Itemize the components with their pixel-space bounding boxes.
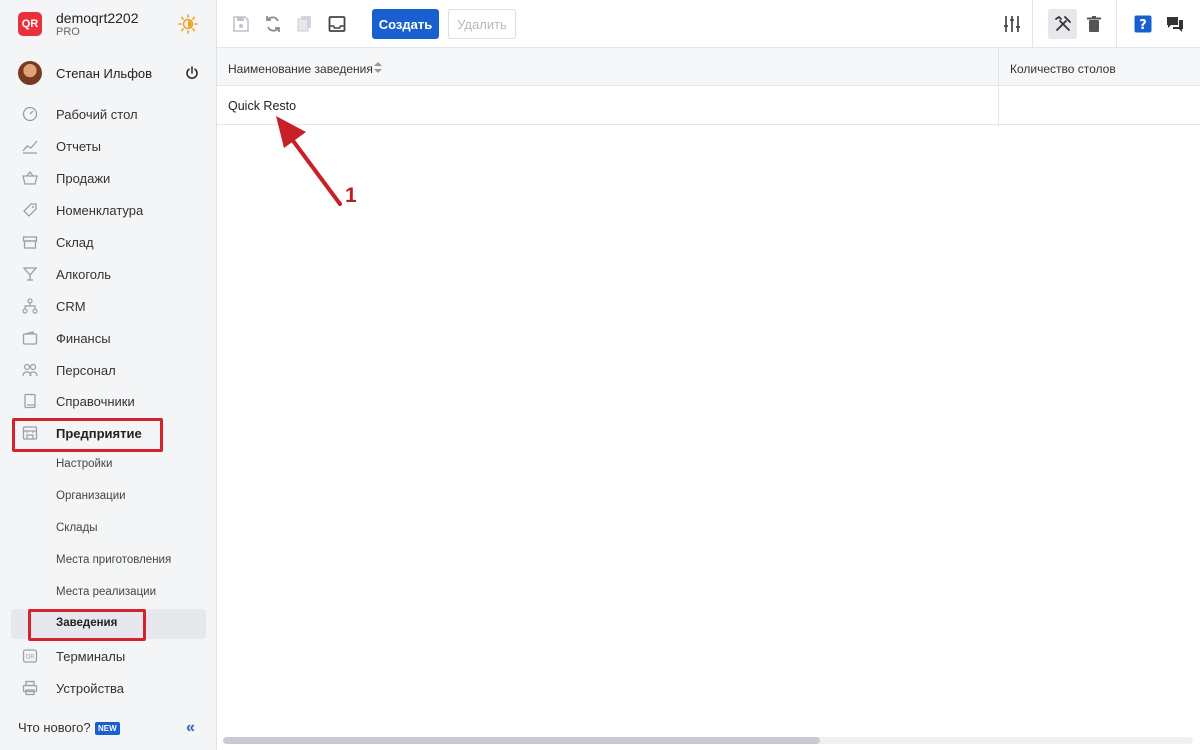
chart-icon xyxy=(22,140,38,154)
highlight-venues xyxy=(28,609,146,641)
wallet-icon xyxy=(22,331,38,345)
sidebar-item-alcohol[interactable]: Алкоголь xyxy=(0,259,216,289)
archive-icon[interactable] xyxy=(327,14,347,34)
people-tree-icon xyxy=(22,298,38,314)
sidebar-item-label: Финансы xyxy=(56,331,111,346)
table-row[interactable]: Quick Resto xyxy=(217,87,1200,125)
book-icon xyxy=(24,393,36,409)
new-badge: NEW xyxy=(95,722,120,735)
tools-icon[interactable] xyxy=(1053,14,1073,34)
sidebar-item-nomenclature[interactable]: Номенклатура xyxy=(0,195,216,225)
sidebar-item-label: Справочники xyxy=(56,394,135,409)
sidebar-item-label: Продажи xyxy=(56,171,111,186)
sidebar-item-dashboard[interactable]: Рабочий стол xyxy=(0,99,216,129)
app-logo: QR xyxy=(18,12,42,36)
sidebar-item-references[interactable]: Справочники xyxy=(0,386,216,416)
sidebar-item-devices[interactable]: Устройства xyxy=(0,673,216,703)
printer-icon xyxy=(22,680,38,696)
refresh-icon[interactable] xyxy=(263,14,283,34)
sidebar-item-label: Устройства xyxy=(56,681,125,696)
sidebar-item-label: Склад xyxy=(56,235,94,250)
sidebar-subitem-label: Настройки xyxy=(56,458,113,470)
delete-button[interactable]: Удалить xyxy=(448,9,516,39)
staff-icon xyxy=(22,363,38,377)
save-icon[interactable] xyxy=(231,14,251,34)
account-header[interactable]: QR demoqrt2202 PRO xyxy=(0,0,216,48)
svg-text:QR: QR xyxy=(26,654,35,661)
tag-icon xyxy=(23,203,37,217)
sidebar-subitem-label: Места приготовления xyxy=(56,554,172,566)
copy-icon[interactable] xyxy=(295,14,315,34)
sidebar-subitem-cooking-places[interactable]: Места приготовления xyxy=(0,546,216,576)
logout-power-icon[interactable] xyxy=(184,65,200,81)
sidebar-item-label: Алкоголь xyxy=(56,267,112,282)
annotation-number: 1 xyxy=(345,184,357,207)
toolbar: Создать Удалить ? xyxy=(217,0,1200,48)
sort-icon[interactable] xyxy=(374,62,382,73)
column-settings-icon[interactable] xyxy=(1002,14,1022,34)
create-button[interactable]: Создать xyxy=(372,9,439,39)
sidebar-item-label: Терминалы xyxy=(56,649,126,664)
grid-header: Наименование заведения Количество столов xyxy=(217,48,1200,86)
sidebar-item-finance[interactable]: Финансы xyxy=(0,323,216,353)
sidebar-subitem-warehouses[interactable]: Склады xyxy=(0,514,216,544)
sidebar-subitem-organizations[interactable]: Организации xyxy=(0,482,216,512)
trash-icon[interactable] xyxy=(1084,14,1104,34)
sidebar-item-staff[interactable]: Персонал xyxy=(0,355,216,385)
sidebar-subitem-label: Места реализации xyxy=(56,586,157,598)
whats-new-link[interactable]: Что нового? xyxy=(18,720,91,735)
sidebar-item-label: Отчеты xyxy=(56,139,101,154)
sidebar-item-label: Номенклатура xyxy=(56,203,144,218)
sidebar-subitem-label: Склады xyxy=(56,522,98,534)
svg-text:?: ? xyxy=(1139,18,1147,33)
sidebar-item-label: Персонал xyxy=(56,363,116,378)
sidebar-subitem-settings[interactable]: Настройки xyxy=(0,450,216,480)
sidebar-item-crm[interactable]: CRM xyxy=(0,291,216,321)
sidebar-item-reports[interactable]: Отчеты xyxy=(0,131,216,161)
box-icon xyxy=(22,236,38,249)
column-header-tables-count[interactable]: Количество столов xyxy=(1010,62,1116,76)
user-profile[interactable]: Степан Ильфов xyxy=(0,56,216,90)
avatar xyxy=(18,61,42,85)
sidebar-item-warehouse[interactable]: Склад xyxy=(0,227,216,257)
chat-icon[interactable] xyxy=(1165,14,1185,34)
toolbar-divider xyxy=(1116,0,1117,48)
cocktail-icon xyxy=(22,267,38,281)
dashboard-icon xyxy=(22,106,38,122)
horizontal-scrollbar[interactable] xyxy=(223,737,820,744)
sidebar-footer: Что нового? NEW « xyxy=(0,712,216,742)
collapse-sidebar-button[interactable]: « xyxy=(186,719,195,737)
account-plan: PRO xyxy=(56,26,80,38)
basket-icon xyxy=(22,170,38,185)
sidebar-subitem-label: Организации xyxy=(56,490,126,502)
toolbar-divider xyxy=(1032,0,1033,48)
user-name: Степан Ильфов xyxy=(56,66,153,81)
sidebar-subitem-sale-places[interactable]: Места реализации xyxy=(0,578,216,608)
sidebar-item-label: CRM xyxy=(56,299,86,314)
terminal-icon: QR xyxy=(22,649,38,663)
sidebar-item-label: Рабочий стол xyxy=(56,107,138,122)
account-name: demoqrt2202 xyxy=(56,10,139,26)
annotation-arrow xyxy=(276,116,342,206)
help-icon[interactable]: ? xyxy=(1133,14,1153,34)
sidebar-item-sales[interactable]: Продажи xyxy=(0,163,216,193)
theme-toggle-icon[interactable] xyxy=(178,14,198,34)
highlight-enterprise xyxy=(12,418,163,452)
column-header-venue-name[interactable]: Наименование заведения xyxy=(228,62,373,76)
sidebar-item-terminals[interactable]: QR Терминалы xyxy=(0,641,216,671)
